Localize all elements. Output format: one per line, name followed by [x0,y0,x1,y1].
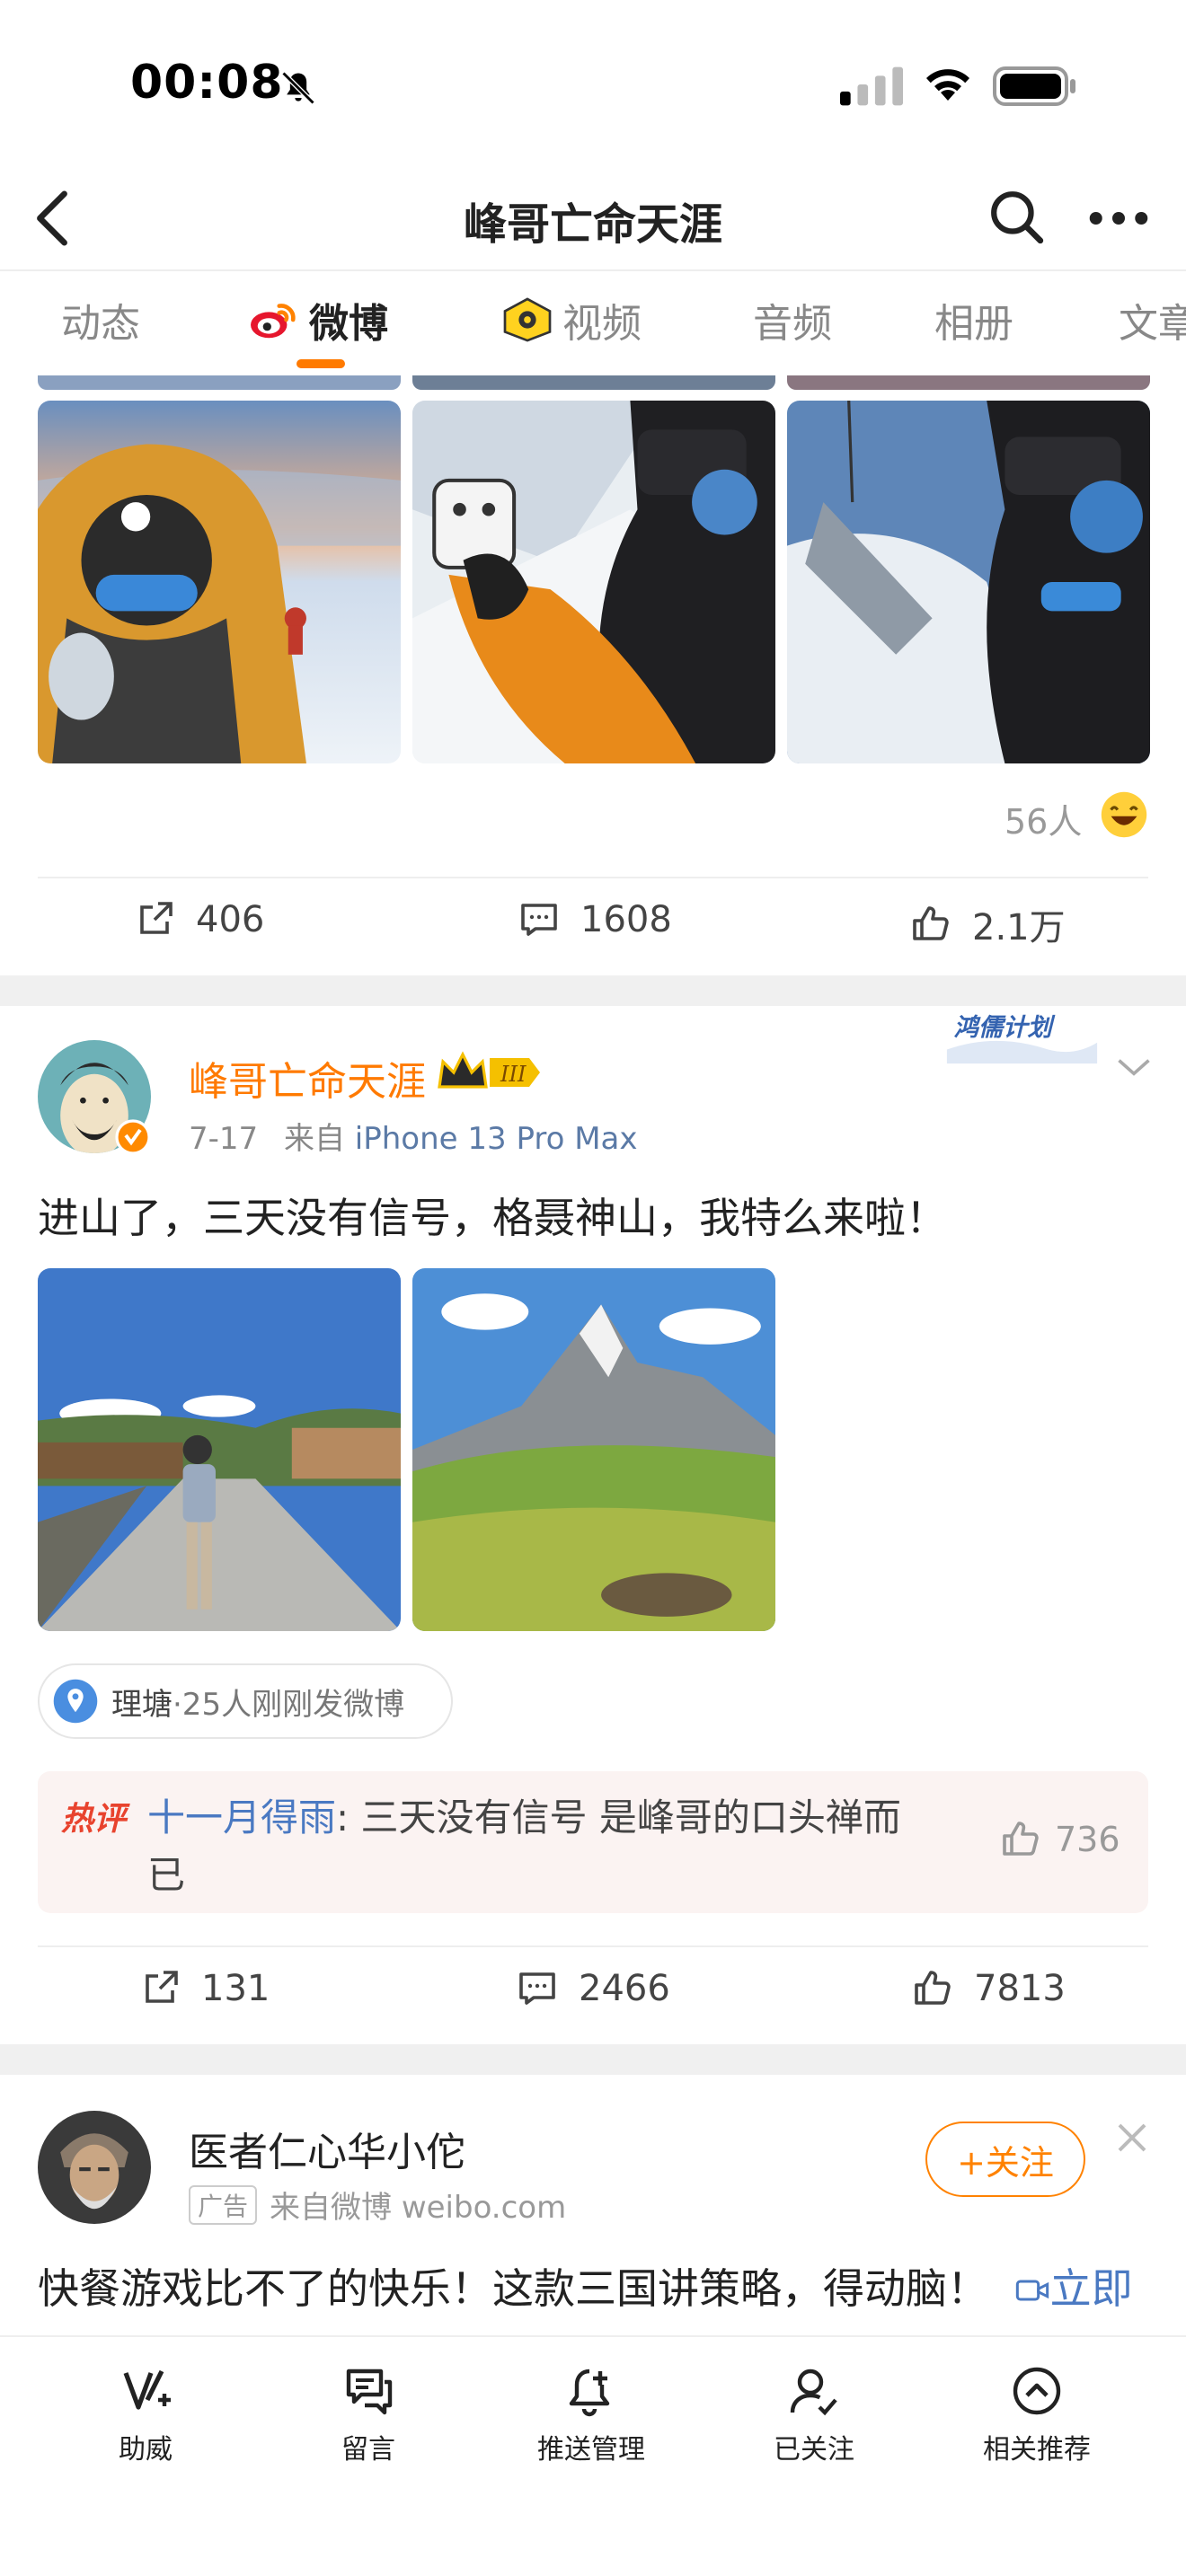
push-settings-button[interactable]: 推送管理 [492,2364,690,2466]
post1-photo-climber-selfie[interactable] [38,401,401,763]
video-link-icon [1015,2280,1049,2301]
ad-author-name[interactable]: 医者仁心华小佗 [189,2120,465,2177]
cheer-icon [123,2369,171,2410]
tab-dongtai[interactable]: 动态 [61,291,140,348]
post2-divider [38,1945,1148,1947]
ad-badge: 广告 [189,2184,258,2225]
more-icon[interactable] [1087,196,1150,241]
section-separator [0,975,1186,1006]
message-icon [346,2369,393,2415]
tab-audio[interactable]: 音频 [753,291,832,348]
repost-icon [140,902,173,934]
active-tab-indicator [296,359,345,368]
up-circle-icon [1013,2367,1061,2415]
ad-avatar[interactable] [38,2111,151,2224]
bottom-toolbar: 助威 留言 推送管理 已关注 相关推荐 [0,2335,1186,2576]
post-text: 进山了，三天没有信号，格聂神山，我特么来啦！ [38,1194,947,1242]
profile-tabs: 动态 微博 视频 音频 相册 文章 [0,269,1186,375]
author-name[interactable]: 峰哥亡命天涯 [189,1049,426,1107]
close-icon[interactable] [1114,2120,1150,2156]
hot-comment-text: 十一月得雨: 三天没有信号 是峰哥的口头禅而已 [147,1795,901,1897]
thumbs-up-icon [913,906,949,940]
post2-like-button[interactable]: 7813 [911,1967,1066,2010]
svg-text:鸿儒计划: 鸿儒计划 [954,1014,1057,1042]
repost-icon [146,1971,178,2003]
message-button[interactable]: 留言 [270,2364,467,2466]
hot-comment-user[interactable]: 十一月得雨 [147,1795,336,1839]
post1-repost-button[interactable]: 406 [133,898,264,941]
laughing-emoji-icon[interactable] [1100,790,1148,839]
cellular-signal-icon [840,66,903,106]
thumbs-up-icon [1003,1822,1039,1856]
tab-album[interactable]: 相册 [934,291,1013,348]
svg-text:III: III [500,1062,527,1087]
reaction-count[interactable]: 56人 [1005,794,1082,843]
ad-meta: 广告 来自微博 weibo.com [189,2183,566,2227]
cheer-button[interactable]: 助威 [47,2364,244,2466]
bell-plus-icon [569,2369,610,2417]
hot-comment-badge: 热评 [61,1801,127,1838]
post1-divider [38,877,1148,878]
related-recommend-button[interactable]: 相关推荐 [938,2364,1136,2466]
vip-crown-icon[interactable]: III [436,1051,544,1094]
section-separator [0,2044,1186,2075]
comment-icon [519,1972,555,2005]
hongru-plan-badge[interactable]: 鸿儒计划 [943,1004,1101,1067]
follow-button[interactable]: +关注 [925,2122,1085,2197]
verified-badge-icon [115,1119,151,1155]
hot-comment[interactable]: 热评 十一月得雨: 三天没有信号 是峰哥的口头禅而已 736 [38,1771,1148,1913]
comment-icon [521,904,557,936]
post-source[interactable]: iPhone 13 Pro Max [355,1121,638,1157]
tab-weibo[interactable]: 微博 [248,291,388,348]
post1-comment-button[interactable]: 1608 [518,898,672,941]
tab-video[interactable]: 视频 [501,291,642,348]
post1-photo-top-3[interactable] [787,375,1150,390]
battery-icon [993,66,1075,106]
post1-photo-icy-summit[interactable] [787,401,1150,763]
post-meta: 7-17 来自 iPhone 13 Pro Max [189,1121,638,1157]
post2-comment-button[interactable]: 2466 [516,1967,670,2010]
wifi-icon [926,69,969,101]
nav-bar: 峰哥亡命天涯 [0,171,1186,269]
search-icon[interactable] [988,187,1044,246]
user-check-icon [790,2369,837,2416]
bell-muted-icon [281,71,315,105]
ad-text: 快餐游戏比不了的快乐！这款三国讲策略，得动脑！ 立即下载 [38,2254,1161,2344]
status-bar: 00:08 [0,0,1186,171]
post1-photo-top-1[interactable] [38,375,401,390]
post1-photo-mascot-glove[interactable] [412,401,775,763]
following-button[interactable]: 已关注 [715,2364,913,2466]
video-icon [503,297,552,342]
post1-like-button[interactable]: 2.1万 [909,898,1066,950]
post1-photo-top-2[interactable] [412,375,775,390]
tab-articles[interactable]: 文章 [1119,291,1186,348]
post2-photo-mountain[interactable] [412,1268,775,1631]
post2-repost-button[interactable]: 131 [138,1967,270,2010]
hot-comment-like-button[interactable]: 736 [999,1818,1120,1861]
thumbs-up-icon [915,1971,951,2005]
post2-photo-road[interactable] [38,1268,401,1631]
location-pin-icon [53,1679,98,1724]
chevron-down-icon[interactable] [1114,1051,1154,1083]
location-tag[interactable]: 理塘·25人刚刚发微博 [38,1663,453,1739]
status-time: 00:08 [130,56,284,110]
weibo-logo-icon [251,304,296,339]
